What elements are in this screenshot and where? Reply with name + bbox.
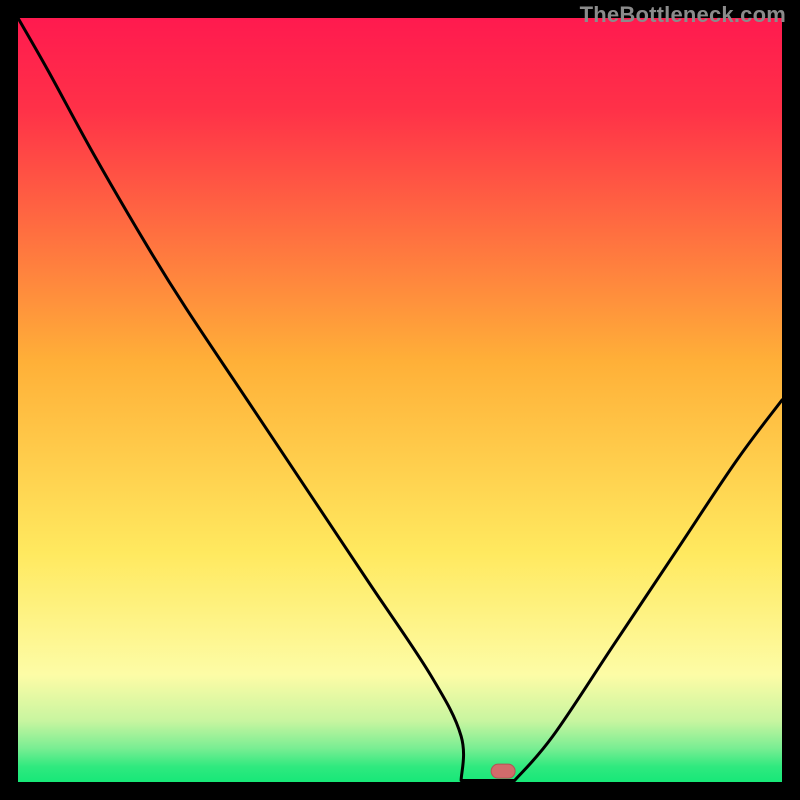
plot-area xyxy=(18,18,782,782)
watermark-text: TheBottleneck.com xyxy=(580,2,786,28)
bottleneck-chart xyxy=(18,18,782,782)
gradient-background xyxy=(18,18,782,782)
chart-frame: TheBottleneck.com xyxy=(0,0,800,800)
optimal-marker xyxy=(491,764,515,778)
